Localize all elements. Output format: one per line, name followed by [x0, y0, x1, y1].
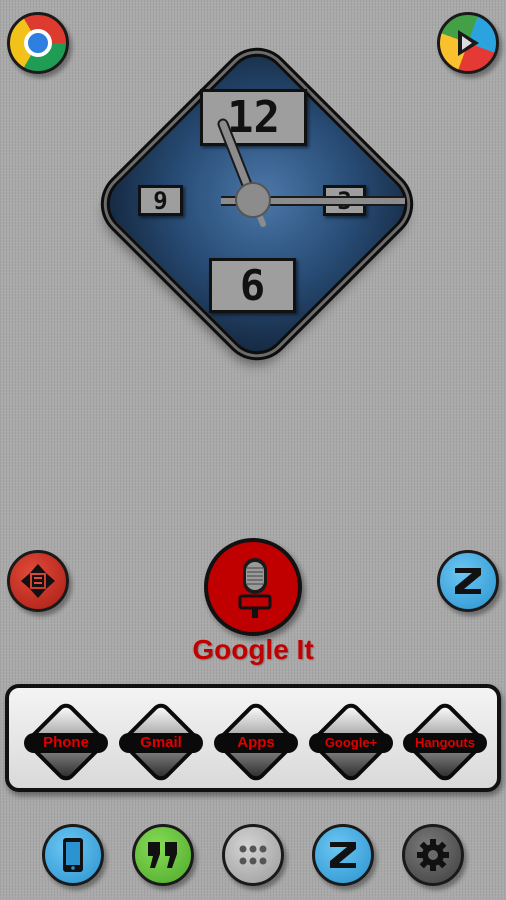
google-it-label[interactable]: Google It — [0, 634, 506, 666]
dock-button-google-plus[interactable]: Google+ — [307, 698, 395, 786]
dock-button-gmail[interactable]: Gmail — [117, 698, 205, 786]
dock-button-hangouts[interactable]: Hangouts — [401, 698, 489, 786]
google-voice-search-button[interactable] — [204, 538, 302, 636]
settings-gear-icon[interactable] — [402, 824, 464, 886]
shortcut-dock: Phone Gmail Apps Google+ Hangouts — [5, 684, 501, 792]
dock-label: Apps — [214, 733, 298, 753]
hangouts-quote-icon[interactable] — [132, 824, 194, 886]
dock-label: Hangouts — [403, 733, 487, 753]
dock-label: Google+ — [309, 733, 393, 753]
phone-icon[interactable] — [42, 824, 104, 886]
zooper-icon[interactable] — [312, 824, 374, 886]
clock-hands — [217, 118, 405, 227]
analog-clock-widget[interactable]: 12 9 3 6 — [94, 41, 420, 367]
play-store-icon[interactable] — [437, 12, 499, 74]
move-arrows-icon[interactable] — [7, 550, 69, 612]
app-drawer-icon[interactable] — [222, 824, 284, 886]
dock-button-apps[interactable]: Apps — [212, 698, 300, 786]
zooper-icon[interactable] — [437, 550, 499, 612]
play-triangle-icon — [458, 30, 479, 56]
dock-label: Gmail — [119, 733, 203, 753]
microphone-icon — [238, 558, 272, 618]
chrome-icon[interactable] — [7, 12, 69, 74]
dock-label: Phone — [24, 733, 108, 753]
dock-button-phone[interactable]: Phone — [22, 698, 110, 786]
chrome-center — [24, 29, 52, 57]
